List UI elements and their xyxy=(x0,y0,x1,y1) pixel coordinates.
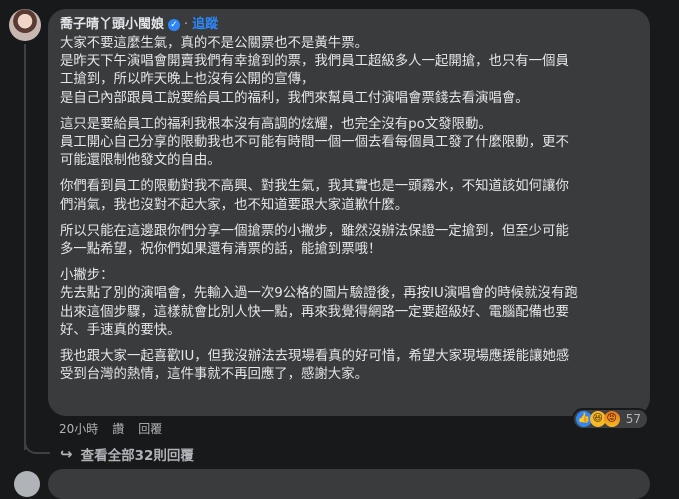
comment-paragraph-4: 所以只能在這邊跟你們分享一個搶票的小撇步，雖然沒辦法保證一定搶到，但至少可能 多… xyxy=(60,223,569,258)
follow-button[interactable]: 追蹤 xyxy=(192,17,218,33)
thread-line xyxy=(24,44,26,450)
comment-timestamp[interactable]: 20小時 xyxy=(59,420,98,437)
next-commenter-avatar[interactable] xyxy=(14,471,40,497)
comment-bubble: 喬子晴丫頭小閩娘 ✓ · 追蹤 大家不要這麼生氣，真的不是公關票也不是黃牛票。 … xyxy=(48,9,650,416)
comment-meta: 20小時 讚 回覆 xyxy=(59,420,162,437)
angry-reaction-icon: 😡 xyxy=(603,411,620,427)
reaction-summary[interactable]: 👍 😆 😡 57 xyxy=(571,408,649,430)
comment-paragraph-5: 小撇步： 先去點了別的演唱會，先輸入過一次9公格的圖片驗證後，再按IU演唱會的時… xyxy=(60,268,578,338)
thread-curve xyxy=(24,430,50,454)
separator-dot: · xyxy=(184,17,189,32)
verified-badge-icon: ✓ xyxy=(168,19,181,31)
comment-paragraph-3: 你們看到員工的限動對我不高興、對我生氣，我其實也是一頭霧水，不知道該如何讓你 們… xyxy=(60,179,569,213)
view-all-replies-label: 查看全部32則回覆 xyxy=(80,448,194,464)
comment-paragraph-2: 這只是要給員工的福利我根本沒有高調的炫耀，也完全沒有po文發限動。 員工開心自己… xyxy=(60,116,569,169)
commenter-avatar[interactable] xyxy=(9,9,41,41)
reaction-count: 57 xyxy=(625,412,641,426)
reply-arrow-icon: ↪ xyxy=(60,445,73,463)
comment-header: 喬子晴丫頭小閩娘 ✓ · 追蹤 xyxy=(60,17,638,33)
view-all-replies-link[interactable]: ↪ 查看全部32則回覆 xyxy=(60,444,194,464)
like-button[interactable]: 讚 xyxy=(112,420,124,437)
reply-button[interactable]: 回覆 xyxy=(138,420,162,437)
comment-paragraph-1: 大家不要這麼生氣，真的不是公關票也不是黃牛票。 是昨天下午演唱會開賣我們有幸搶到… xyxy=(60,36,569,106)
comment-paragraph-6: 我也跟大家一起喜歡IU，但我沒辦法去現場看真的好可惜，希望大家現場應援能讓她感 … xyxy=(60,349,570,383)
author-name[interactable]: 喬子晴丫頭小閩娘 xyxy=(60,17,164,33)
next-comment-bubble xyxy=(48,469,650,499)
